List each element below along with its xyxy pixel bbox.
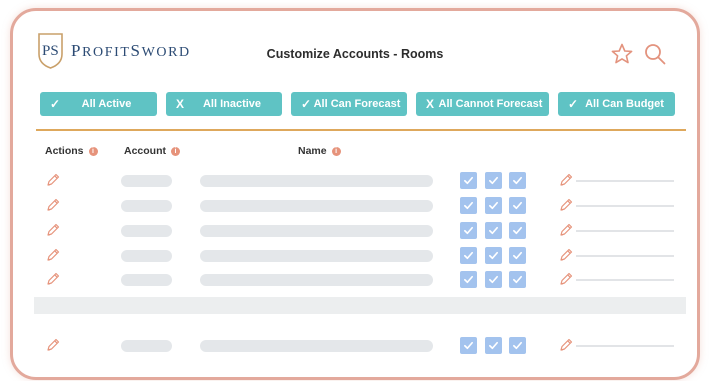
row-checkbox[interactable] [509, 197, 526, 214]
all-active-button[interactable]: ✓ All Active [40, 92, 157, 116]
name-placeholder [200, 340, 433, 352]
header-actions [610, 42, 667, 66]
pencil-icon[interactable] [558, 337, 574, 353]
pencil-icon[interactable] [558, 222, 574, 238]
text-placeholder-line [576, 345, 674, 347]
row-checkbox[interactable] [460, 222, 477, 239]
table-row [13, 270, 697, 290]
x-icon: X [176, 97, 185, 111]
x-icon: X [426, 97, 435, 111]
row-checkbox[interactable] [460, 337, 477, 354]
name-placeholder [200, 200, 433, 212]
gold-divider [36, 129, 686, 131]
filter-toolbar: ✓ All Active X All Inactive ✓ All Can Fo… [40, 92, 675, 116]
account-placeholder [121, 274, 172, 286]
row-checkbox[interactable] [485, 222, 502, 239]
row-checkbox[interactable] [485, 337, 502, 354]
table-row [13, 246, 697, 266]
account-placeholder [121, 175, 172, 187]
text-placeholder-line [576, 180, 674, 182]
all-inactive-button[interactable]: X All Inactive [166, 92, 282, 116]
row-checkbox[interactable] [485, 172, 502, 189]
account-placeholder [121, 200, 172, 212]
checkmark-icon: ✓ [50, 97, 61, 111]
pencil-icon[interactable] [45, 197, 61, 213]
column-header-name: Name i [298, 145, 341, 157]
row-checkbox[interactable] [485, 197, 502, 214]
search-icon[interactable] [643, 42, 667, 66]
table-row [13, 171, 697, 191]
column-header-account: Account i [124, 145, 180, 157]
info-icon[interactable]: i [171, 146, 180, 156]
row-checkbox[interactable] [509, 337, 526, 354]
all-can-forecast-button[interactable]: ✓ All Can Forecast [291, 92, 407, 116]
table-row [13, 221, 697, 241]
text-placeholder-line [576, 279, 674, 281]
star-icon[interactable] [610, 42, 634, 66]
name-placeholder [200, 274, 433, 286]
account-placeholder [121, 225, 172, 237]
all-can-budget-button[interactable]: ✓ All Can Budget [558, 92, 675, 116]
text-placeholder-line [576, 255, 674, 257]
pencil-icon[interactable] [558, 271, 574, 287]
pencil-icon[interactable] [45, 337, 61, 353]
section-separator [34, 297, 686, 314]
row-checkbox[interactable] [509, 172, 526, 189]
row-checkbox[interactable] [460, 271, 477, 288]
info-icon[interactable]: i [331, 146, 341, 156]
row-checkbox[interactable] [509, 222, 526, 239]
checkmark-icon: ✓ [568, 97, 579, 111]
name-placeholder [200, 225, 433, 237]
app-window: PS PROFITSWORD Customize Accounts - Room… [10, 8, 700, 380]
pencil-icon[interactable] [558, 172, 574, 188]
row-checkbox[interactable] [485, 271, 502, 288]
info-icon[interactable]: i [88, 146, 98, 156]
table-row [13, 196, 697, 216]
row-checkbox[interactable] [460, 172, 477, 189]
table-row [13, 336, 697, 356]
checkmark-icon: ✓ [301, 97, 312, 111]
pencil-icon[interactable] [558, 247, 574, 263]
row-checkbox[interactable] [509, 271, 526, 288]
row-checkbox[interactable] [460, 197, 477, 214]
account-placeholder [121, 250, 172, 262]
all-cannot-forecast-button[interactable]: X All Cannot Forecast [416, 92, 549, 116]
row-checkbox[interactable] [485, 247, 502, 264]
pencil-icon[interactable] [45, 172, 61, 188]
row-checkbox[interactable] [509, 247, 526, 264]
pencil-icon[interactable] [558, 197, 574, 213]
text-placeholder-line [576, 230, 674, 232]
pencil-icon[interactable] [45, 222, 61, 238]
column-header-actions: Actions i [45, 145, 98, 157]
name-placeholder [200, 250, 433, 262]
name-placeholder [200, 175, 433, 187]
text-placeholder-line [576, 205, 674, 207]
pencil-icon[interactable] [45, 247, 61, 263]
pencil-icon[interactable] [45, 271, 61, 287]
page-title: Customize Accounts - Rooms [266, 47, 444, 61]
account-placeholder [121, 340, 172, 352]
row-checkbox[interactable] [460, 247, 477, 264]
